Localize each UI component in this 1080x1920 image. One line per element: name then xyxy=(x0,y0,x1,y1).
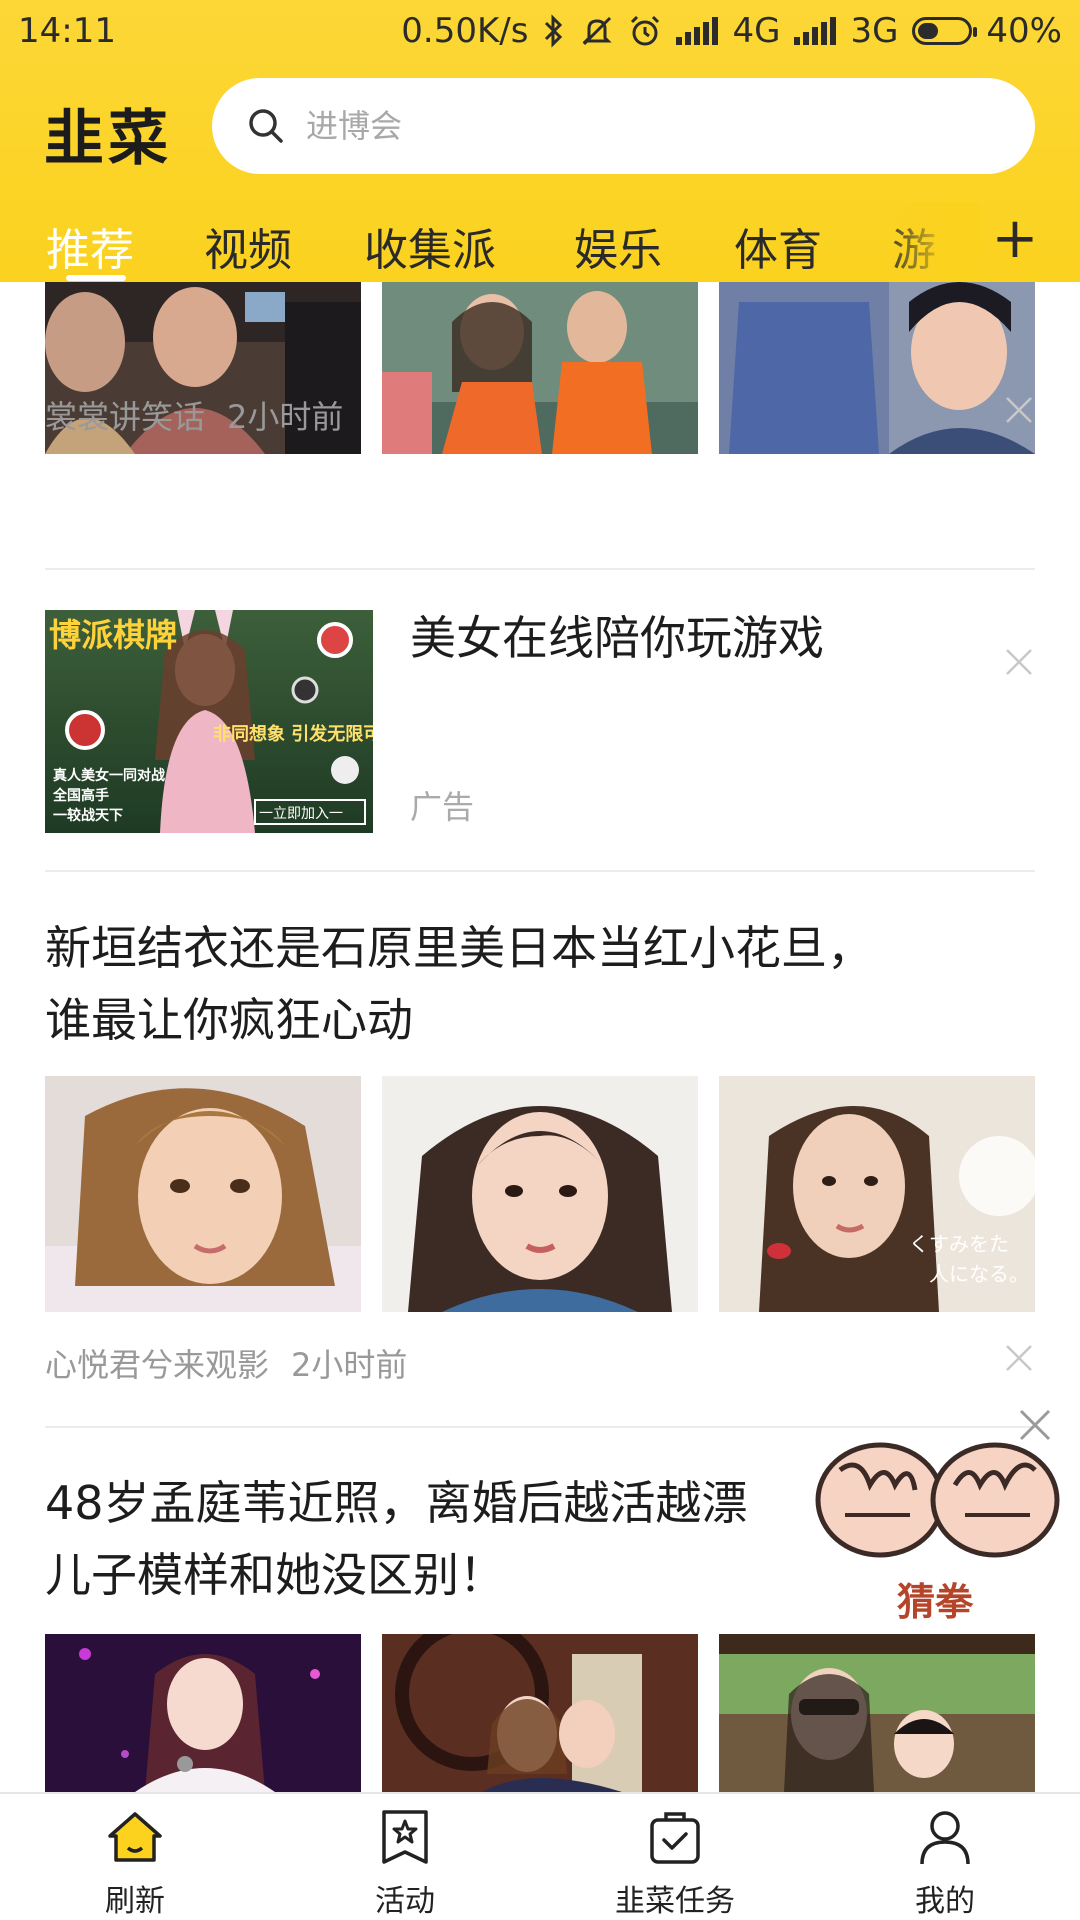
status-bar: 14:11 0.50K/s 4G 3G 40% xyxy=(0,0,1080,62)
svg-text:人になる。: 人になる。 xyxy=(929,1262,1029,1286)
nav-label: 刷新 xyxy=(105,1884,165,1919)
thumbnail-image[interactable] xyxy=(45,1634,361,1792)
task-bag-icon xyxy=(650,1812,700,1864)
thumbnail-image[interactable] xyxy=(382,282,698,454)
net-speed: 0.50K/s xyxy=(401,11,529,51)
thumbnail-image[interactable] xyxy=(382,1076,698,1312)
ad-line-1: 真人美女一同对战 xyxy=(53,767,165,784)
status-time: 14:11 xyxy=(18,11,116,51)
source-name: 裳裳讲笑话 xyxy=(45,398,206,436)
close-widget-icon[interactable] xyxy=(1015,1405,1055,1445)
article-title[interactable]: 新垣结衣还是石原里美日本当红小花旦， 谁最让你疯狂心动 xyxy=(45,912,1035,1056)
battery-percent: 40% xyxy=(986,11,1062,51)
top-header: 14:11 0.50K/s 4G 3G 40% 韭菜 进博会 推荐 视频 收集派… xyxy=(0,0,1080,282)
search-icon xyxy=(249,109,283,143)
battery-icon xyxy=(912,17,978,45)
dismiss-icon[interactable] xyxy=(1003,394,1035,426)
publish-time: 2小时前 xyxy=(291,1346,408,1384)
signal-icon xyxy=(676,17,719,45)
gallery-row-4[interactable] xyxy=(45,1634,1035,1792)
divider xyxy=(45,568,1035,570)
fist-icon xyxy=(930,1442,1060,1558)
nav-profile[interactable]: 我的 xyxy=(810,1794,1080,1920)
article-title-line-2: 谁最让你疯狂心动 xyxy=(45,993,413,1047)
add-tab-button[interactable]: + xyxy=(990,206,1040,271)
ad-cta-text: 一立即加入一 xyxy=(259,806,343,822)
nav-label: 活动 xyxy=(375,1884,435,1919)
alarm-icon xyxy=(628,11,662,51)
thumbnail-image[interactable]: くすみをた 人になる。 xyxy=(719,1076,1035,1312)
thumbnail-image[interactable] xyxy=(719,282,1035,454)
mute-icon xyxy=(580,11,614,51)
network-3g: 3G xyxy=(850,11,899,51)
ad-title[interactable]: 美女在线陪你玩游戏 xyxy=(410,602,824,668)
search-bar[interactable] xyxy=(212,78,1035,174)
home-icon xyxy=(108,1812,162,1862)
item-meta: 裳裳讲笑话 2小时前 xyxy=(45,392,343,438)
nav-refresh[interactable]: 刷新 xyxy=(0,1794,270,1920)
bottom-nav: 刷新 活动 韭菜任务 我的 xyxy=(0,1792,1080,1920)
signal-icon-2 xyxy=(794,17,837,45)
nav-activity[interactable]: 活动 xyxy=(270,1794,540,1920)
fist-icon xyxy=(815,1442,945,1558)
source-name: 心悦君兮来观影 xyxy=(45,1346,270,1384)
publish-time: 2小时前 xyxy=(227,398,344,436)
ad-line-3: 一较战天下 xyxy=(53,807,123,824)
user-icon xyxy=(920,1811,970,1865)
ad-brand-text: 博派棋牌 xyxy=(49,616,177,654)
active-tab-indicator xyxy=(66,275,126,281)
network-4g: 4G xyxy=(732,11,781,51)
nav-label: 韭菜任务 xyxy=(615,1884,735,1919)
nav-tasks[interactable]: 韭菜任务 xyxy=(540,1794,810,1920)
status-right: 0.50K/s 4G 3G 40% xyxy=(401,11,1062,51)
article-title-line-1: 新垣结衣还是石原里美日本当红小花旦， xyxy=(45,921,873,975)
thumbnail-image[interactable] xyxy=(719,1634,1035,1792)
ad-image[interactable]: 博派棋牌 非同想象 引发无限可能 真人美女一同对战 全国高手 一较战天下 一立即… xyxy=(45,610,373,833)
nav-label: 我的 xyxy=(915,1884,975,1919)
tab-collection[interactable]: 收集派 xyxy=(364,214,496,278)
search-input[interactable] xyxy=(306,107,906,145)
app-logo[interactable]: 韭菜 xyxy=(44,90,172,177)
svg-text:くすみをた: くすみをた xyxy=(909,1232,1009,1256)
tabs-fade xyxy=(880,202,980,282)
tab-recommend[interactable]: 推荐 xyxy=(46,214,134,278)
tab-video[interactable]: 视频 xyxy=(204,214,292,278)
category-tabs: 推荐 视频 收集派 娱乐 体育 游 + xyxy=(0,202,1080,282)
item-meta: 心悦君兮来观影 2小时前 xyxy=(45,1340,407,1386)
widget-label: 猜拳 xyxy=(897,1580,974,1624)
app-root: 14:11 0.50K/s 4G 3G 40% 韭菜 进博会 推荐 视频 收集派… xyxy=(0,0,1080,1920)
ad-line-2: 全国高手 xyxy=(52,787,109,804)
ad-label: 广告 xyxy=(410,788,475,826)
dismiss-icon[interactable] xyxy=(1003,646,1035,678)
dismiss-icon[interactable] xyxy=(1003,1342,1035,1374)
bluetooth-icon xyxy=(542,11,566,51)
tab-entertainment[interactable]: 娱乐 xyxy=(574,214,662,278)
star-flag-icon xyxy=(382,1810,428,1864)
thumbnail-image[interactable] xyxy=(382,1634,698,1792)
thumbnail-image[interactable] xyxy=(45,1076,361,1312)
divider xyxy=(45,870,1035,872)
ad-slogan-text: 非同想象 引发无限可能 xyxy=(213,723,373,745)
gallery-row-3[interactable]: くすみをた 人になる。 xyxy=(45,1076,1035,1312)
tab-sports[interactable]: 体育 xyxy=(734,214,822,278)
